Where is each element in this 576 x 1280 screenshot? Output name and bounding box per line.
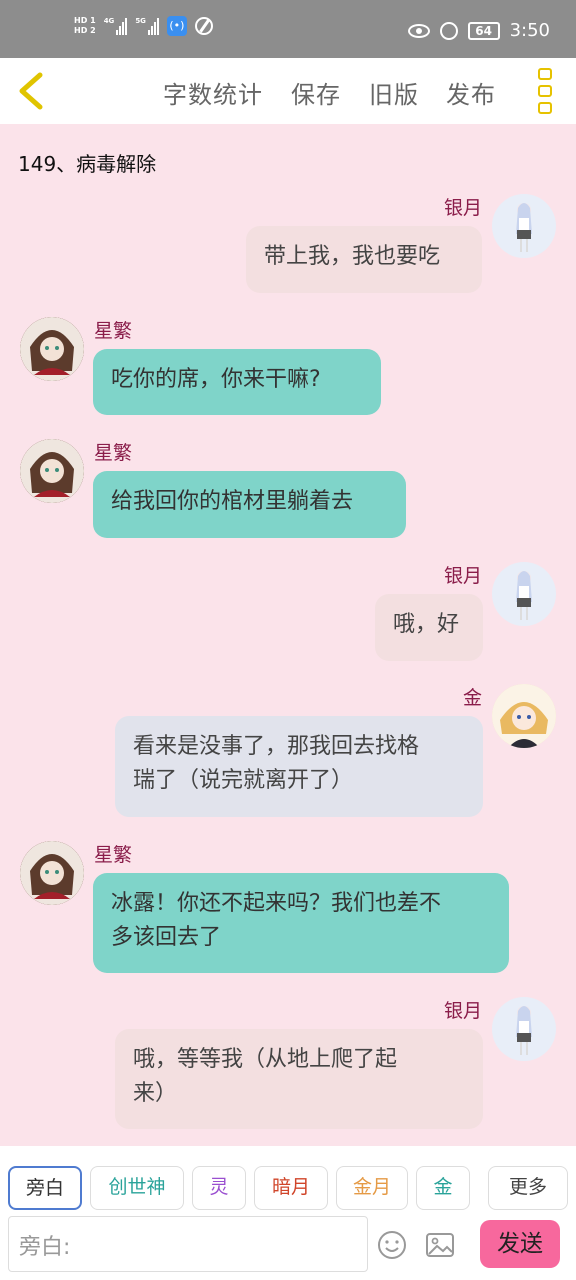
message-text: 看来是没事了，那我回去找格 [133, 734, 420, 759]
alarm-icon [439, 21, 458, 40]
clock: 3:50 [509, 20, 550, 41]
message-text: 吃你的席，你来干嘛? [111, 367, 321, 392]
speaker-name: 银月 [443, 1000, 482, 1022]
more-icon[interactable] [538, 68, 554, 114]
silver-moon-avatar[interactable] [492, 194, 556, 258]
message-text: 带上我，我也要吃 [264, 244, 441, 269]
composer-bar: 旁白 创世神 灵 暗月 金月 金 更多 旁白: 发送 [0, 1146, 576, 1280]
battery-indicator: 64 [467, 21, 500, 40]
xingfan-avatar[interactable] [20, 317, 84, 381]
old-version-button[interactable]: 旧版 [369, 75, 419, 110]
speaker-name: 星繁 [94, 844, 133, 866]
speaker-name: 金 [462, 687, 482, 709]
message-input[interactable]: 旁白: [8, 1216, 368, 1272]
xingfan-avatar[interactable] [20, 841, 84, 905]
eye-icon [407, 23, 430, 38]
message-bubble[interactable]: 哦，好 [375, 594, 483, 661]
role-chip-anyue[interactable]: 暗月 [254, 1166, 328, 1210]
silver-moon-avatar[interactable] [492, 997, 556, 1061]
emoji-icon[interactable] [377, 1230, 407, 1260]
role-chip-creator-god[interactable]: 创世神 [90, 1166, 184, 1210]
more-roles-button[interactable]: 更多 [488, 1166, 568, 1210]
publish-button[interactable]: 发布 [446, 75, 496, 110]
send-button[interactable]: 发送 [480, 1220, 560, 1268]
vpn-icon [194, 17, 213, 35]
image-icon[interactable] [425, 1230, 455, 1260]
editor-header: 字数统计 保存 旧版 发布 [0, 58, 576, 124]
message-text: 给我回你的棺材里躺着去 [111, 489, 354, 514]
xingfan-avatar[interactable] [20, 439, 84, 503]
save-button[interactable]: 保存 [291, 75, 341, 110]
message-bubble[interactable]: 吃你的席，你来干嘛? [93, 349, 381, 415]
speaker-name: 星繁 [94, 320, 133, 342]
message-bubble[interactable]: 冰露！你还不起来吗？我们也差不 多该回去了 [93, 873, 509, 973]
sim-indicator: HD 1 HD 2 [74, 16, 96, 36]
speaker-name: 星繁 [94, 442, 133, 464]
role-chip-row: 旁白 创世神 灵 暗月 金月 金 更多 [8, 1166, 568, 1212]
role-chip-narrator[interactable]: 旁白 [8, 1166, 82, 1210]
signal-icon-1: 4G [104, 17, 128, 35]
hotspot-icon: (•) [166, 16, 187, 36]
status-bar: HD 1 HD 2 4G 5G (•) 64 3:50 [0, 0, 576, 58]
message-text: 多该回去了 [111, 925, 222, 950]
hd2-label: HD 2 [74, 26, 96, 35]
chevron-left-icon[interactable] [16, 72, 46, 110]
speaker-name: 银月 [443, 565, 482, 587]
word-count-button[interactable]: 字数统计 [163, 75, 263, 110]
message-bubble[interactable]: 给我回你的棺材里躺着去 [93, 471, 406, 538]
message-bubble[interactable]: 哦，等等我（从地上爬了起 来） [115, 1029, 483, 1129]
message-text: 哦，等等我（从地上爬了起 [133, 1047, 398, 1072]
message-text: 哦，好 [393, 612, 460, 637]
message-text: 来） [133, 1081, 178, 1106]
signal-icon-2: 5G [135, 17, 159, 35]
role-chip-jinyue[interactable]: 金月 [336, 1166, 408, 1210]
silver-moon-avatar[interactable] [492, 562, 556, 626]
message-bubble[interactable]: 看来是没事了，那我回去找格 瑞了（说完就离开了） [115, 716, 483, 817]
role-chip-jin[interactable]: 金 [416, 1166, 470, 1210]
jin-avatar[interactable] [492, 684, 556, 748]
chapter-title: 149、病毒解除 [18, 152, 157, 176]
hd1-label: HD 1 [74, 16, 96, 25]
message-text: 冰露！你还不起来吗？我们也差不 [111, 891, 442, 916]
message-bubble[interactable]: 带上我，我也要吃 [246, 226, 482, 293]
message-text: 瑞了（说完就离开了） [133, 768, 354, 793]
speaker-name: 银月 [443, 197, 482, 219]
role-chip-ling[interactable]: 灵 [192, 1166, 246, 1210]
